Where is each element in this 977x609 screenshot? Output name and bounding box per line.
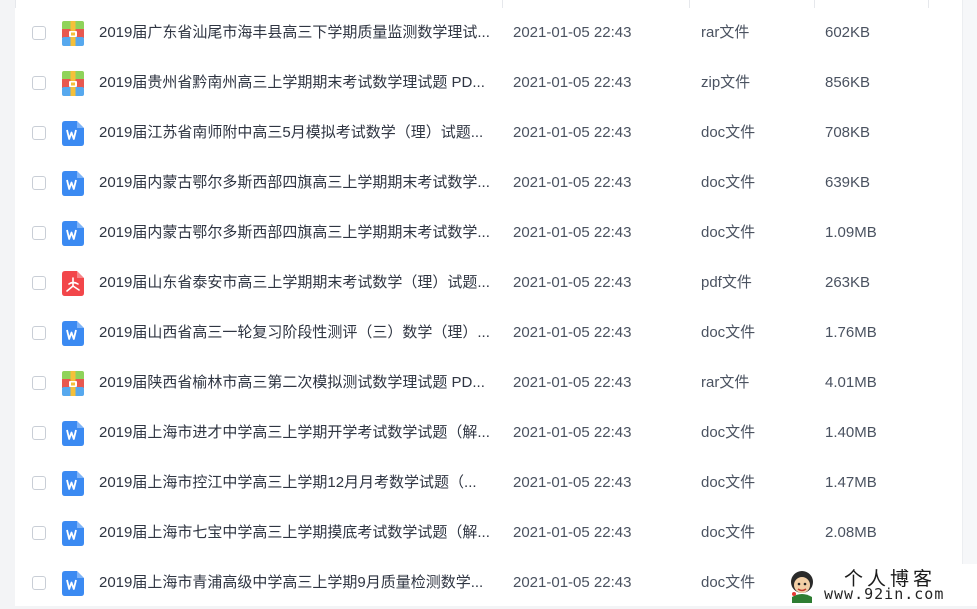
file-type: doc文件 xyxy=(701,174,756,191)
file-name[interactable]: 2019届江苏省南师附中高三5月模拟考试数学（理）试题... xyxy=(99,123,499,143)
file-row[interactable]: 2019届山东省泰安市高三上学期期末考试数学（理）试题... 2021-01-05… xyxy=(15,259,962,309)
watermark-url: www.92in.com xyxy=(824,585,945,603)
file-row[interactable]: 2019届山西省高三一轮复习阶段性测评（三）数学（理）... 2021-01-05… xyxy=(15,309,962,359)
file-row[interactable]: 2019届贵州省黔南州高三上学期期末考试数学理试题 PD... 2021-01-0… xyxy=(15,59,962,109)
file-modified-date: 2021-01-05 22:43 xyxy=(513,24,632,41)
file-size: 1.40MB xyxy=(825,424,877,441)
column-divider xyxy=(928,0,929,8)
file-row[interactable]: 2019届上海市进才中学高三上学期开学考试数学试题（解... 2021-01-05… xyxy=(15,409,962,459)
file-size: 1.47MB xyxy=(825,474,877,491)
file-size: 263KB xyxy=(825,274,871,291)
file-size: 856KB xyxy=(825,74,871,91)
file-name[interactable]: 2019届内蒙古鄂尔多斯西部四旗高三上学期期末考试数学... xyxy=(99,223,499,243)
file-row[interactable]: 2019届内蒙古鄂尔多斯西部四旗高三上学期期末考试数学... 2021-01-05… xyxy=(15,159,962,209)
file-modified-date: 2021-01-05 22:43 xyxy=(513,374,632,391)
column-divider xyxy=(814,0,815,8)
file-type: doc文件 xyxy=(701,324,756,341)
row-checkbox[interactable] xyxy=(32,376,46,390)
file-type: zip文件 xyxy=(701,74,751,91)
word-doc-icon xyxy=(62,171,84,196)
file-name[interactable]: 2019届上海市青浦高级中学高三上学期9月质量检测数学... xyxy=(99,573,499,593)
archive-icon xyxy=(62,71,84,96)
file-type: pdf文件 xyxy=(701,274,752,291)
file-type: doc文件 xyxy=(701,474,756,491)
word-doc-icon xyxy=(62,321,84,346)
file-row[interactable]: 2019届内蒙古鄂尔多斯西部四旗高三上学期期末考试数学... 2021-01-05… xyxy=(15,209,962,259)
file-modified-date: 2021-01-05 22:43 xyxy=(513,74,632,91)
row-checkbox[interactable] xyxy=(32,126,46,140)
file-type: doc文件 xyxy=(701,574,756,591)
row-checkbox[interactable] xyxy=(32,426,46,440)
word-doc-icon xyxy=(62,121,84,146)
file-row[interactable]: 2019届上海市控江中学高三上学期12月月考数学试题（... 2021-01-05… xyxy=(15,459,962,509)
file-modified-date: 2021-01-05 22:43 xyxy=(513,424,632,441)
blog-watermark: 个人博客 www.92in.com xyxy=(782,564,977,606)
archive-icon xyxy=(62,21,84,46)
row-checkbox[interactable] xyxy=(32,276,46,290)
file-row[interactable]: 2019届江苏省南师附中高三5月模拟考试数学（理）试题... 2021-01-05… xyxy=(15,109,962,159)
file-modified-date: 2021-01-05 22:43 xyxy=(513,224,632,241)
archive-icon xyxy=(62,371,84,396)
file-name[interactable]: 2019届广东省汕尾市海丰县高三下学期质量监测数学理试... xyxy=(99,23,499,43)
file-name[interactable]: 2019届贵州省黔南州高三上学期期末考试数学理试题 PD... xyxy=(99,73,499,93)
file-modified-date: 2021-01-05 22:43 xyxy=(513,574,632,591)
file-name[interactable]: 2019届山西省高三一轮复习阶段性测评（三）数学（理）... xyxy=(99,323,499,343)
file-size: 2.08MB xyxy=(825,524,877,541)
file-name[interactable]: 2019届上海市进才中学高三上学期开学考试数学试题（解... xyxy=(99,423,499,443)
word-doc-icon xyxy=(62,571,84,596)
file-modified-date: 2021-01-05 22:43 xyxy=(513,324,632,341)
avatar-logo-icon xyxy=(791,571,813,603)
file-type: doc文件 xyxy=(701,424,756,441)
file-type: doc文件 xyxy=(701,224,756,241)
file-size: 639KB xyxy=(825,174,871,191)
file-name[interactable]: 2019届上海市控江中学高三上学期12月月考数学试题（... xyxy=(99,473,499,493)
word-doc-icon xyxy=(62,421,84,446)
row-checkbox[interactable] xyxy=(32,576,46,590)
file-modified-date: 2021-01-05 22:43 xyxy=(513,274,632,291)
file-modified-date: 2021-01-05 22:43 xyxy=(513,474,632,491)
file-size: 4.01MB xyxy=(825,374,877,391)
row-checkbox[interactable] xyxy=(32,176,46,190)
file-row[interactable]: 2019届上海市七宝中学高三上学期摸底考试数学试题（解... 2021-01-05… xyxy=(15,509,962,559)
file-modified-date: 2021-01-05 22:43 xyxy=(513,174,632,191)
row-checkbox[interactable] xyxy=(32,76,46,90)
file-row[interactable]: 2019届陕西省榆林市高三第二次模拟测试数学理试题 PD... 2021-01-0… xyxy=(15,359,962,409)
file-row[interactable]: 2019届广东省汕尾市海丰县高三下学期质量监测数学理试... 2021-01-05… xyxy=(15,9,962,59)
file-modified-date: 2021-01-05 22:43 xyxy=(513,124,632,141)
file-name[interactable]: 2019届上海市七宝中学高三上学期摸底考试数学试题（解... xyxy=(99,523,499,543)
file-type: doc文件 xyxy=(701,124,756,141)
row-checkbox[interactable] xyxy=(32,526,46,540)
pdf-icon xyxy=(62,271,84,296)
file-name[interactable]: 2019届内蒙古鄂尔多斯西部四旗高三上学期期末考试数学... xyxy=(99,173,499,193)
row-checkbox[interactable] xyxy=(32,326,46,340)
file-type: doc文件 xyxy=(701,524,756,541)
file-type: rar文件 xyxy=(701,24,750,41)
file-size: 708KB xyxy=(825,124,871,141)
column-divider xyxy=(502,0,503,8)
row-checkbox[interactable] xyxy=(32,226,46,240)
word-doc-icon xyxy=(62,471,84,496)
file-size: 1.09MB xyxy=(825,224,877,241)
file-name[interactable]: 2019届陕西省榆林市高三第二次模拟测试数学理试题 PD... xyxy=(99,373,499,393)
column-divider xyxy=(15,0,16,8)
scrollbar-track[interactable] xyxy=(962,0,977,606)
column-divider xyxy=(689,0,690,8)
file-name[interactable]: 2019届山东省泰安市高三上学期期末考试数学（理）试题... xyxy=(99,273,499,293)
word-doc-icon xyxy=(62,221,84,246)
row-checkbox[interactable] xyxy=(32,476,46,490)
word-doc-icon xyxy=(62,521,84,546)
row-checkbox[interactable] xyxy=(32,26,46,40)
file-size: 602KB xyxy=(825,24,871,41)
file-modified-date: 2021-01-05 22:43 xyxy=(513,524,632,541)
file-type: rar文件 xyxy=(701,374,750,391)
file-size: 1.76MB xyxy=(825,324,877,341)
